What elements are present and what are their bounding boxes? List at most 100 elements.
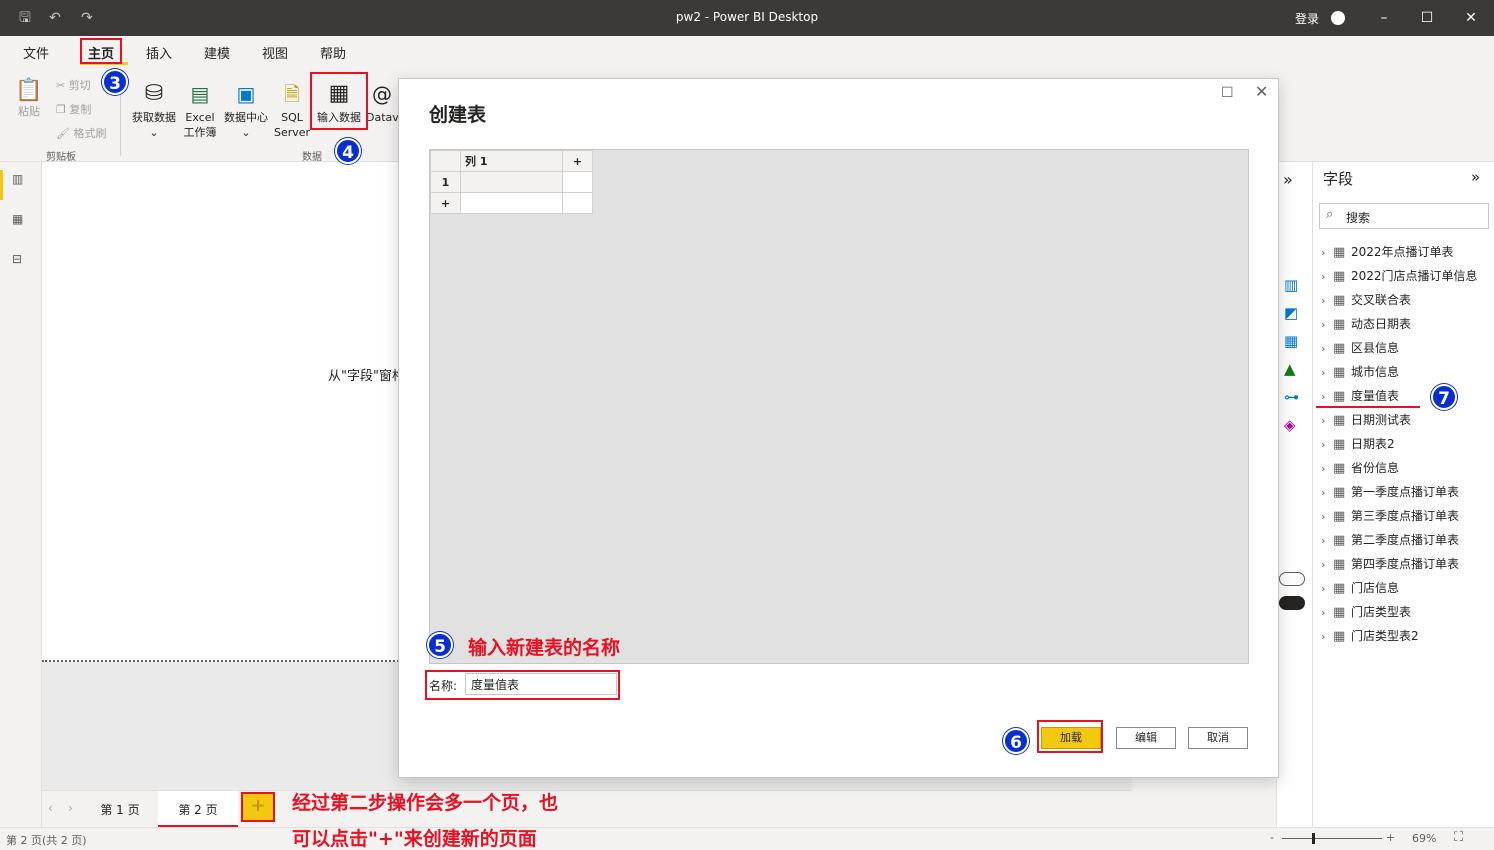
tab-help[interactable]: 帮助: [320, 43, 346, 62]
model-view-icon[interactable]: ⊟: [12, 252, 32, 272]
note-line-1: 经过第二步操作会多一个页，也: [292, 792, 559, 814]
avatar[interactable]: [1331, 11, 1345, 25]
add-row-button[interactable]: +: [430, 192, 461, 214]
sql-sub-label: Server: [274, 126, 311, 139]
page-tab-2[interactable]: 第 2 页: [158, 791, 238, 827]
data-view-icon[interactable]: ▦: [12, 212, 32, 232]
page-tab-bar: ‹ › 第 1 页 第 2 页: [42, 790, 1132, 827]
field-table-item[interactable]: › ▦ 区县信息: [1321, 339, 1399, 359]
minimize-icon[interactable]: –: [1374, 8, 1394, 28]
sql-server-icon: 🗎: [283, 82, 301, 106]
maximize-icon[interactable]: ☐: [1221, 85, 1234, 101]
fit-page-icon[interactable]: ⛶: [1454, 830, 1463, 845]
line-chart-icon[interactable]: ◩: [1284, 304, 1298, 322]
zoom-slider[interactable]: [1282, 838, 1382, 839]
sql-server-button[interactable]: 🗎 SQL Server: [274, 78, 310, 140]
field-table-label: 门店信息: [1351, 581, 1400, 595]
field-table-item[interactable]: › ▦ 度量值表: [1321, 387, 1399, 407]
excel-button[interactable]: ▤ Excel 工作簿: [180, 78, 220, 140]
zoom-out-icon[interactable]: -: [1270, 831, 1274, 844]
copy-icon: ❐: [56, 103, 70, 116]
kpi-icon[interactable]: ▲: [1284, 360, 1296, 378]
data-grid: 列 1 + 1 +: [430, 150, 593, 214]
field-table-label: 度量值表: [1351, 389, 1400, 403]
chevron-right-icon: ›: [1321, 486, 1326, 499]
step-6-badge: 6: [1003, 728, 1029, 754]
login-link[interactable]: 登录: [1295, 10, 1319, 27]
dataverse-button[interactable]: @ Datave: [366, 78, 398, 125]
grid-cell-empty: [460, 192, 563, 214]
chevron-right-icon: ›: [1321, 246, 1326, 259]
active-view-indicator: [0, 170, 3, 200]
close-icon[interactable]: ✕: [1255, 82, 1268, 101]
field-table-item[interactable]: › ▦ 城市信息: [1321, 363, 1399, 383]
collapse-fields-icon[interactable]: »: [1471, 168, 1480, 186]
field-table-item[interactable]: › ▦ 第二季度点播订单表: [1321, 531, 1459, 551]
add-column-button[interactable]: +: [562, 150, 593, 172]
close-icon[interactable]: ✕: [1461, 8, 1481, 28]
tab-view[interactable]: 视图: [262, 43, 288, 62]
tab-insert[interactable]: 插入: [146, 43, 172, 62]
field-table-item[interactable]: › ▦ 交叉联合表: [1321, 291, 1411, 311]
matrix-icon[interactable]: ▦: [1284, 332, 1298, 350]
table-icon: ▦: [1333, 317, 1346, 332]
field-table-item[interactable]: › ▦ 第四季度点播订单表: [1321, 555, 1459, 575]
brush-icon: 🖌: [56, 127, 74, 140]
table-icon: ▦: [1333, 293, 1346, 308]
tab-file[interactable]: 文件: [23, 43, 49, 62]
field-table-label: 第四季度点播订单表: [1351, 557, 1460, 571]
field-table-item[interactable]: › ▦ 动态日期表: [1321, 315, 1411, 335]
data-hub-button[interactable]: ▣ 数据中心 ⌄: [221, 78, 271, 140]
field-table-label: 2022门店点播订单信息: [1351, 269, 1478, 283]
column-header[interactable]: 列 1: [460, 150, 563, 172]
table-icon: ▦: [1333, 461, 1346, 476]
field-table-label: 日期表2: [1351, 437, 1395, 451]
maximize-icon[interactable]: ☐: [1417, 8, 1437, 28]
field-table-item[interactable]: › ▦ 日期表2: [1321, 435, 1395, 455]
get-data-label: 获取数据: [132, 111, 176, 124]
zoom-in-icon[interactable]: +: [1386, 831, 1395, 844]
toggle-on[interactable]: [1279, 596, 1305, 610]
field-table-item[interactable]: › ▦ 第一季度点播订单表: [1321, 483, 1459, 503]
field-table-item[interactable]: › ▦ 门店信息: [1321, 579, 1399, 599]
data-group-label: 数据: [302, 152, 322, 163]
cut-button[interactable]: ✂ 剪切: [56, 77, 91, 93]
dialog-title: 创建表: [429, 104, 487, 126]
excel-label: Excel: [185, 111, 215, 124]
field-table-item[interactable]: › ▦ 2022年点播订单表: [1321, 243, 1454, 263]
data-hub-icon: ▣: [236, 82, 256, 106]
report-view-icon[interactable]: ▥: [12, 172, 32, 192]
tab-modeling[interactable]: 建模: [204, 43, 230, 62]
field-table-item[interactable]: › ▦ 门店类型表2: [1321, 627, 1419, 647]
next-page-icon[interactable]: ›: [68, 801, 73, 815]
visualizations-pane: » ▥ ◩ ▦ ▲ ⊶ ◈: [1276, 162, 1312, 827]
collapse-viz-icon[interactable]: »: [1283, 170, 1293, 189]
cancel-button[interactable]: 取消: [1188, 727, 1248, 749]
report-page[interactable]: 从"字段"窗格: [42, 162, 405, 662]
chevron-right-icon: ›: [1321, 414, 1326, 427]
field-table-item[interactable]: › ▦ 第三季度点播订单表: [1321, 507, 1459, 527]
ai-visual-icon[interactable]: ◈: [1284, 416, 1296, 434]
copy-button[interactable]: ❐ 复制: [56, 101, 91, 117]
field-table-item[interactable]: › ▦ 2022门店点播订单信息: [1321, 267, 1478, 287]
prev-page-icon[interactable]: ‹: [48, 801, 53, 815]
field-table-item[interactable]: › ▦ 门店类型表: [1321, 603, 1411, 623]
format-painter-button[interactable]: 🖌 格式刷: [56, 125, 106, 141]
zoom-slider-thumb[interactable]: [1312, 833, 1315, 844]
page-tab-1[interactable]: 第 1 页: [88, 791, 152, 827]
edit-button[interactable]: 编辑: [1116, 727, 1176, 749]
bar-chart-icon[interactable]: ▥: [1284, 276, 1298, 294]
fields-search-input[interactable]: ⌕ 搜索: [1319, 203, 1489, 229]
step-5-badge: 5: [427, 632, 453, 658]
scissors-icon: ✂: [56, 79, 69, 92]
field-table-item[interactable]: › ▦ 日期测试表: [1321, 411, 1411, 431]
toggle-off[interactable]: [1279, 572, 1305, 586]
grid-cell[interactable]: [460, 171, 563, 193]
decomposition-icon[interactable]: ⊶: [1284, 388, 1299, 406]
field-table-item[interactable]: › ▦ 省份信息: [1321, 459, 1399, 479]
get-data-button[interactable]: ⛁ 获取数据 ⌄: [128, 78, 180, 140]
copy-label: 复制: [69, 103, 92, 116]
paste-button[interactable]: 📋 粘贴: [14, 78, 44, 119]
add-page-button[interactable]: +: [241, 792, 275, 822]
highlight-name-input: [425, 670, 620, 700]
